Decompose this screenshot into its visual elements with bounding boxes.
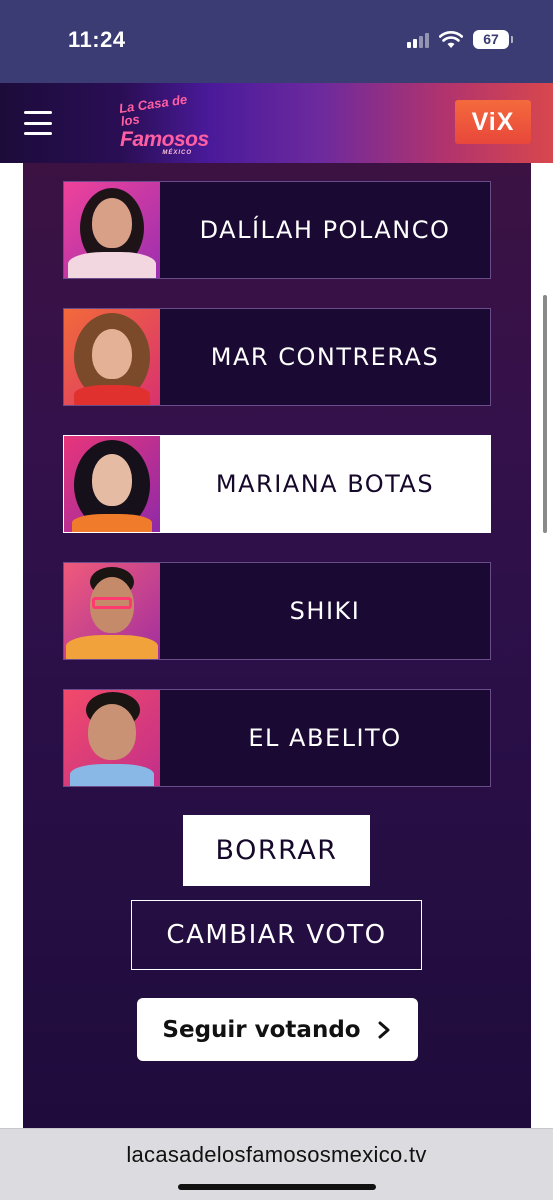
status-time: 11:24 [68, 27, 126, 52]
candidate-option-el-abelito[interactable]: EL ABELITO [63, 689, 491, 787]
scrollbar[interactable] [543, 295, 547, 533]
continue-voting-label: Seguir votando [162, 1016, 361, 1043]
cellular-signal-icon [407, 32, 429, 48]
candidate-photo [64, 436, 160, 532]
hamburger-menu-icon[interactable] [22, 109, 54, 137]
candidate-photo [64, 182, 160, 278]
change-vote-button[interactable]: CAMBIAR VOTO [131, 900, 422, 970]
vix-logo-button[interactable]: ViX [455, 100, 531, 144]
clear-button[interactable]: BORRAR [183, 815, 370, 886]
candidate-name: SHIKI [289, 597, 361, 625]
battery-icon: 67 [473, 30, 513, 49]
candidate-name: EL ABELITO [248, 724, 402, 752]
chevron-right-icon [378, 1021, 390, 1038]
site-header: La Casa de los Famosos MÉXICO ViX [0, 83, 553, 163]
candidate-photo [64, 690, 160, 786]
candidate-option-dalilah-polanco[interactable]: DALÍLAH POLANCO [63, 181, 491, 279]
browser-url-bar[interactable]: lacasadelosfamososmexico.tv [0, 1128, 553, 1200]
candidate-name: MARIANA BOTAS [160, 436, 490, 532]
wifi-icon [439, 30, 463, 48]
candidate-option-shiki[interactable]: SHIKI [63, 562, 491, 660]
page-margin-left [0, 163, 23, 1128]
candidate-photo [64, 309, 160, 405]
status-bar: 11:24 67 [0, 0, 553, 83]
la-casa-de-los-famosos-logo[interactable]: La Casa de los Famosos MÉXICO [118, 92, 209, 156]
home-indicator[interactable] [178, 1184, 376, 1190]
page-margin-right [530, 163, 553, 1128]
continue-voting-button[interactable]: Seguir votando [137, 998, 418, 1061]
candidate-photo [64, 563, 160, 659]
voting-panel: DALÍLAH POLANCO MAR CONTRERAS MARIANA BO… [23, 163, 531, 1128]
url-text[interactable]: lacasadelosfamososmexico.tv [0, 1142, 553, 1168]
candidate-name: DALÍLAH POLANCO [199, 216, 451, 244]
candidate-option-mariana-botas[interactable]: MARIANA BOTAS [63, 435, 491, 533]
candidate-option-mar-contreras[interactable]: MAR CONTRERAS [63, 308, 491, 406]
status-icons: 67 [407, 30, 513, 49]
candidate-list: DALÍLAH POLANCO MAR CONTRERAS MARIANA BO… [63, 181, 491, 816]
candidate-name: MAR CONTRERAS [210, 343, 440, 371]
